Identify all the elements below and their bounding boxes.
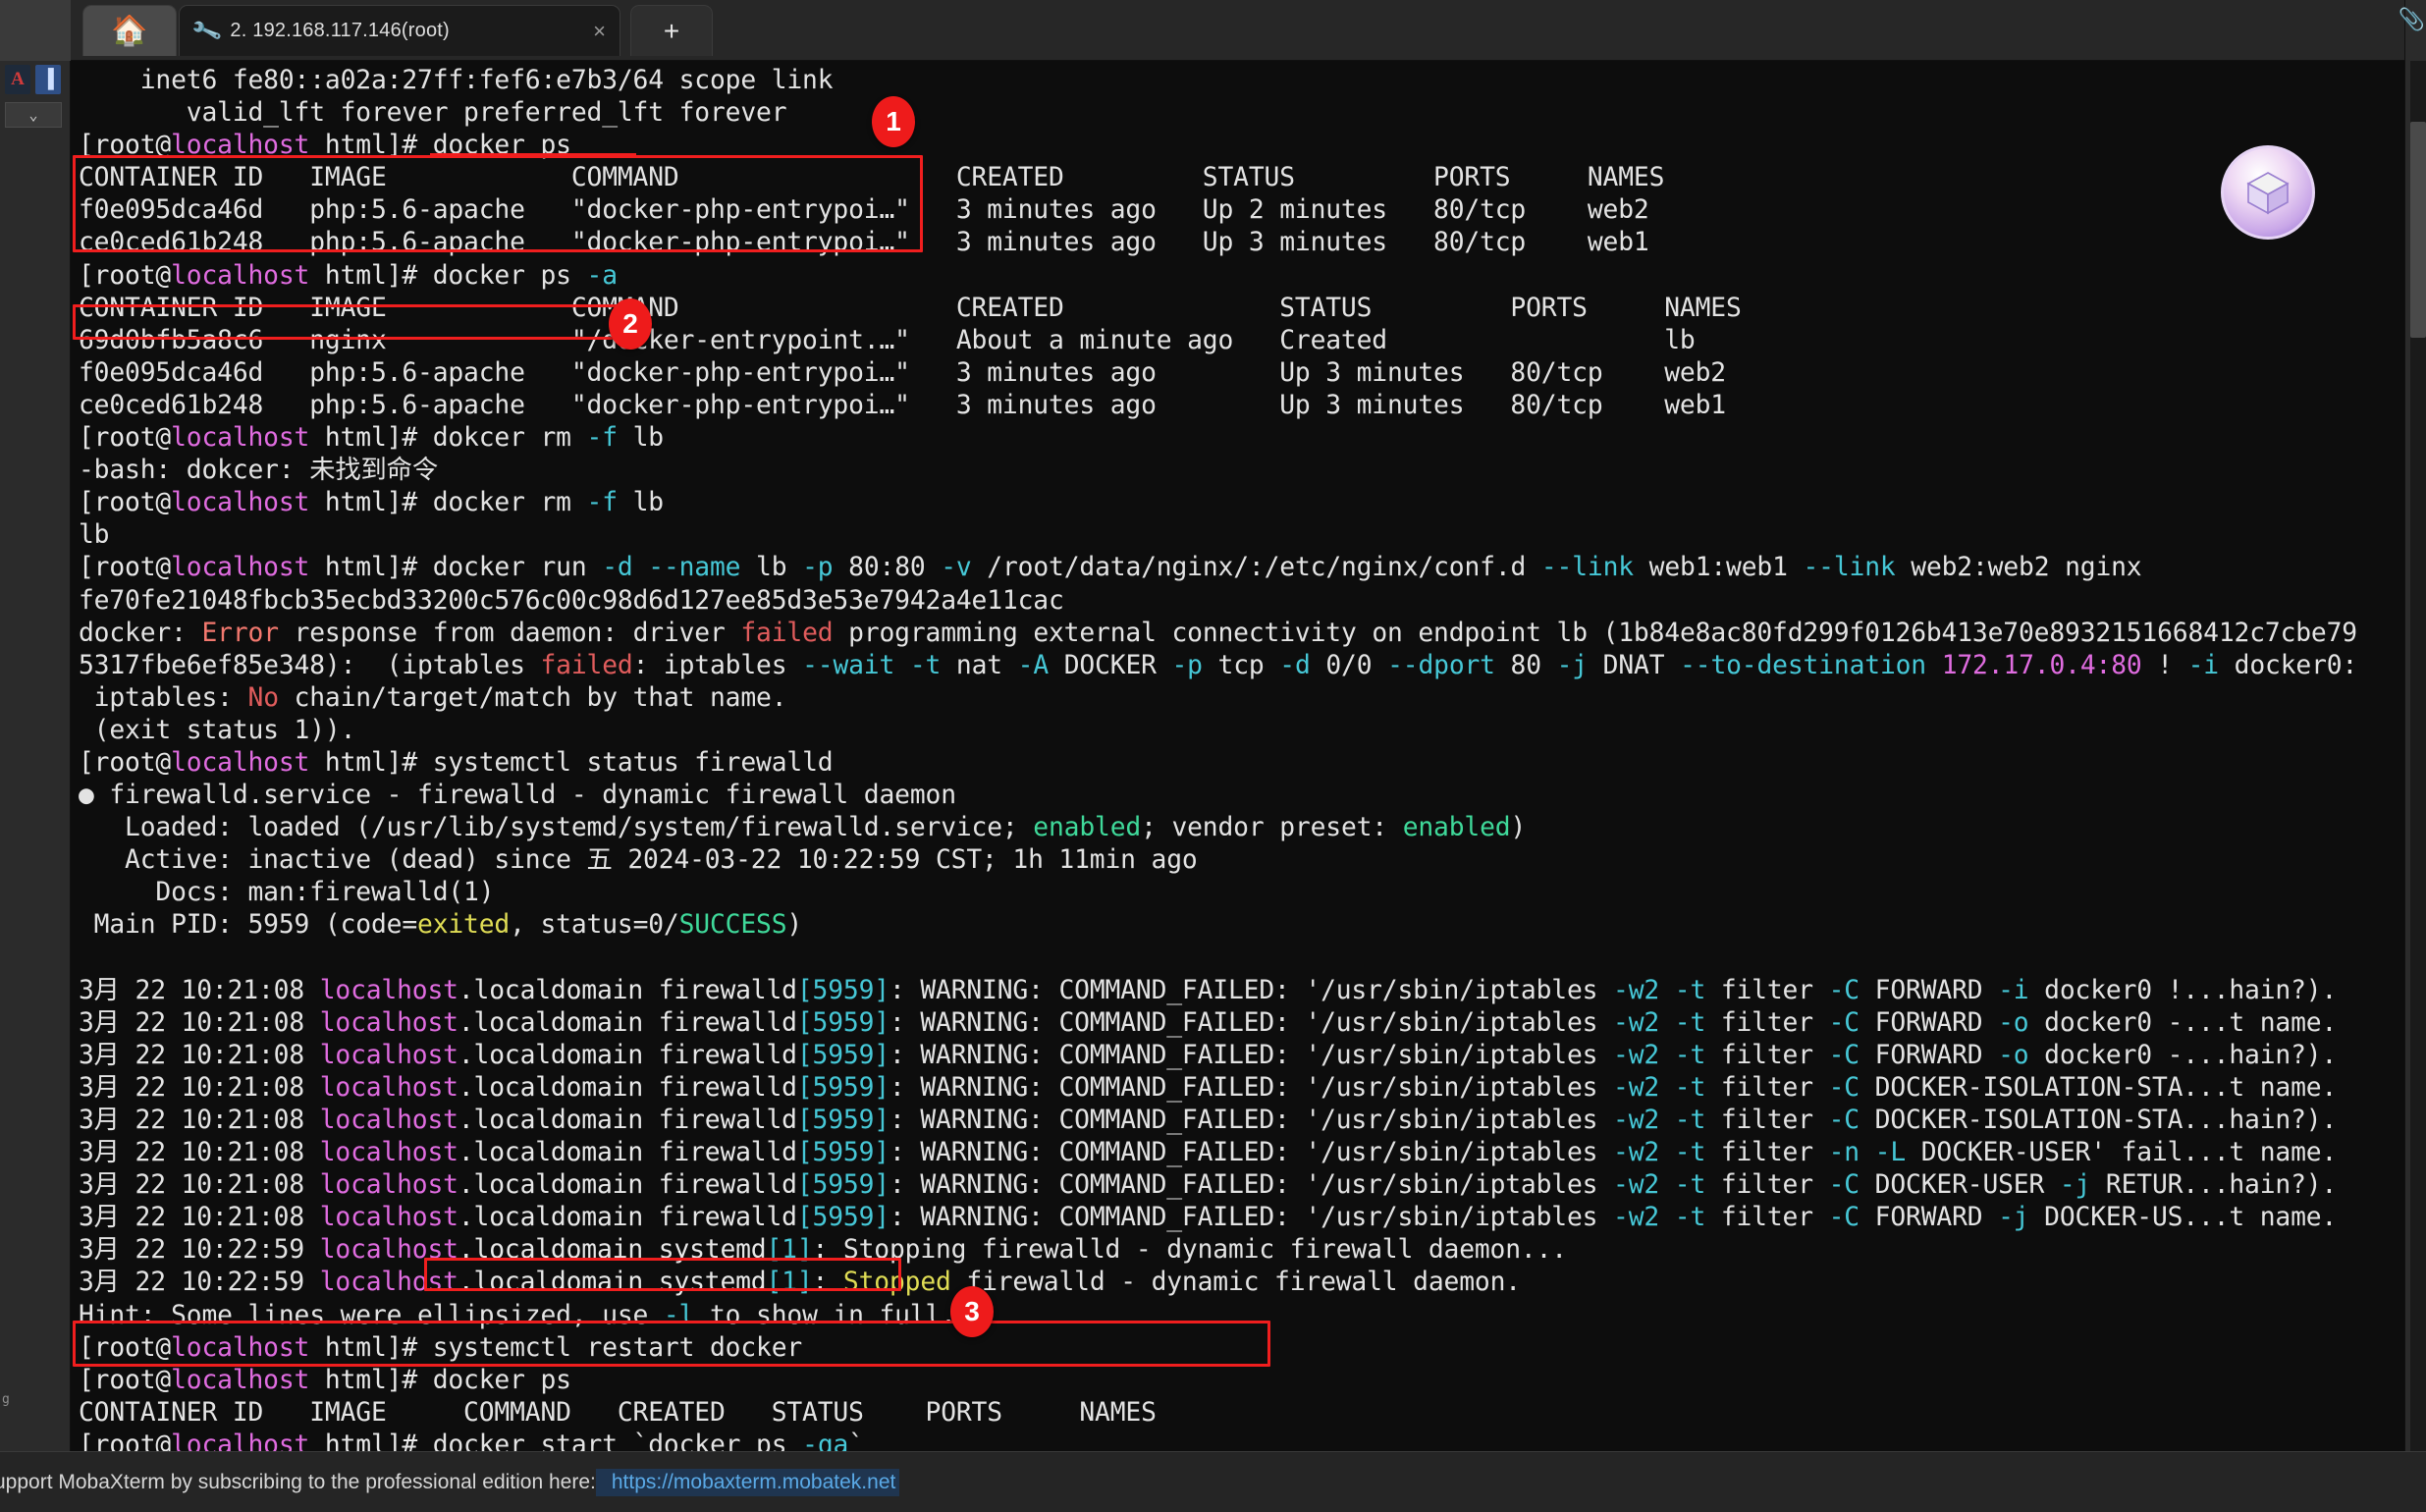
- annotation-bubble-1: 1: [872, 96, 915, 147]
- terminal-line: [root@localhost html]# docker run -d --n…: [79, 553, 2142, 583]
- terminal-line: 3月 22 10:21:08 localhost.localdomain fir…: [79, 1040, 2338, 1070]
- terminal-line: [root@localhost html]# docker start `doc…: [79, 1430, 864, 1451]
- terminal-line: CONTAINER ID IMAGE COMMAND CREATED STATU…: [79, 163, 1665, 193]
- terminal-line: f0e095dca46d php:5.6-apache "docker-php-…: [79, 195, 1649, 226]
- terminal-line: 3月 22 10:21:08 localhost.localdomain fir…: [79, 1106, 2338, 1135]
- paperclip-icon[interactable]: 📎: [2399, 8, 2425, 32]
- terminal-line: Docs: man:firewalld(1): [79, 878, 495, 908]
- terminal-line: inet6 fe80::a02a:27ff:fef6:e7b3/64 scope…: [79, 66, 834, 95]
- annotation-bubble-3: 3: [950, 1286, 994, 1337]
- terminal-line: fe70fe21048fbcb35ecbd33200c576c00c98d6d1…: [79, 585, 1064, 616]
- rail-bottom-label: g: [2, 1392, 10, 1407]
- annotation-underline-docker-ps: [430, 153, 636, 157]
- new-tab-button[interactable]: +: [630, 5, 713, 56]
- terminal-scrollbar[interactable]: [2410, 61, 2426, 1451]
- terminal-line: ● firewalld.service - firewalld - dynami…: [79, 781, 956, 811]
- terminal-line: [root@localhost html]# docker rm -f lb: [79, 488, 664, 518]
- panel-icon[interactable]: ▐: [35, 65, 61, 94]
- home-icon: 🏠: [111, 14, 148, 47]
- terminal-line: 3月 22 10:21:08 localhost.localdomain fir…: [79, 1170, 2338, 1201]
- terminal-line: 3月 22 10:21:08 localhost.localdomain fir…: [79, 1007, 2338, 1038]
- terminal-line: Main PID: 5959 (code=exited, status=0/SU…: [79, 910, 803, 941]
- terminal-line: Loaded: loaded (/usr/lib/systemd/system/…: [79, 813, 1527, 843]
- session-tab-label: 2. 192.168.117.146(root): [230, 20, 450, 41]
- session-tab[interactable]: 🔧 2. 192.168.117.146(root) ×: [179, 5, 620, 56]
- status-bar-link-wrap[interactable]: https://mobaxterm.mobatek.net: [595, 1468, 900, 1496]
- terminal-line: 3月 22 10:21:08 localhost.localdomain fir…: [79, 1072, 2338, 1103]
- terminal-text: inet6 fe80::a02a:27ff:fef6:e7b3/64 scope…: [71, 61, 2357, 1451]
- terminal-line: Active: inactive (dead) since 五 2024-03-…: [79, 845, 1198, 876]
- mobaxterm-link[interactable]: https://mobaxterm.mobatek.net: [612, 1471, 895, 1493]
- terminal-line: -bash: dokcer: 未找到命令: [79, 456, 438, 486]
- terminal-line: lb: [79, 520, 110, 551]
- terminal-line: ce0ced61b248 php:5.6-apache "docker-php-…: [79, 228, 1649, 258]
- rail-header: [0, 0, 71, 61]
- terminal-line: [root@localhost html]# systemctl restart…: [79, 1332, 803, 1363]
- terminal-line: 3月 22 10:21:08 localhost.localdomain fir…: [79, 1138, 2338, 1168]
- left-toolbar-rail: A ▐ ⌄ g: [0, 0, 71, 1512]
- terminal-line: 3月 22 10:21:08 localhost.localdomain fir…: [79, 1203, 2338, 1233]
- terminal-line: [root@localhost html]# docker ps -a: [79, 260, 618, 291]
- terminal-line: docker: Error response from daemon: driv…: [79, 618, 2357, 648]
- terminal-output[interactable]: inet6 fe80::a02a:27ff:fef6:e7b3/64 scope…: [71, 61, 2404, 1451]
- mobaxterm-window: A ▐ ⌄ g 🏠 🔧 2. 192.168.117.146(root) × +…: [0, 0, 2426, 1512]
- terminal-line: iptables: No chain/target/match by that …: [79, 682, 787, 713]
- terminal-line: ce0ced61b248 php:5.6-apache "docker-php-…: [79, 390, 1726, 420]
- terminal-line: [root@localhost html]# dokcer rm -f lb: [79, 423, 664, 454]
- terminal-line: [root@localhost html]# docker ps: [79, 1365, 571, 1395]
- terminal-line: 69d0bfb5a8c6 nginx "/docker-entrypoint.……: [79, 325, 1696, 355]
- terminal-line: CONTAINER ID IMAGE COMMAND CREATED STATU…: [79, 293, 1742, 323]
- wrench-icon: 🔧: [189, 14, 224, 47]
- font-icon[interactable]: A: [5, 65, 30, 94]
- close-icon[interactable]: ×: [577, 19, 606, 44]
- plus-icon: +: [663, 15, 680, 46]
- terminal-line: 3月 22 10:22:59 localhost.localdomain sys…: [79, 1268, 1521, 1298]
- terminal-line: 3月 22 10:21:08 localhost.localdomain fir…: [79, 975, 2338, 1005]
- terminal-line: f0e095dca46d php:5.6-apache "docker-php-…: [79, 357, 1726, 388]
- terminal-line: 5317fbe6ef85e348): (iptables failed: ipt…: [79, 650, 2358, 680]
- home-tab[interactable]: 🏠: [82, 5, 177, 56]
- terminal-line: Hint: Some lines were ellipsized, use -l…: [79, 1300, 956, 1330]
- terminal-line: (exit status 1)).: [79, 715, 356, 745]
- terminal-line: valid_lft forever preferred_lft forever: [79, 98, 787, 129]
- terminal-line: 3月 22 10:22:59 localhost.localdomain sys…: [79, 1235, 1567, 1266]
- terminal-line: CONTAINER ID IMAGE COMMAND CREATED STATU…: [79, 1397, 1157, 1428]
- status-bar-text: upport MobaXterm by subscribing to the p…: [0, 1470, 596, 1493]
- mobaxterm-logo-watermark: [2221, 145, 2315, 240]
- cube-logo-icon: [2246, 172, 2290, 215]
- terminal-line: [root@localhost html]# systemctl status …: [79, 747, 834, 778]
- terminal-line: [root@localhost html]# docker ps: [79, 131, 571, 161]
- chevron-down-icon[interactable]: ⌄: [5, 102, 62, 128]
- tab-bar: 🏠 🔧 2. 192.168.117.146(root) × +: [71, 0, 2426, 61]
- terminal-scrollbar-thumb[interactable]: [2410, 122, 2426, 338]
- status-bar: upport MobaXterm by subscribing to the p…: [0, 1451, 2426, 1512]
- annotation-bubble-2: 2: [609, 298, 652, 350]
